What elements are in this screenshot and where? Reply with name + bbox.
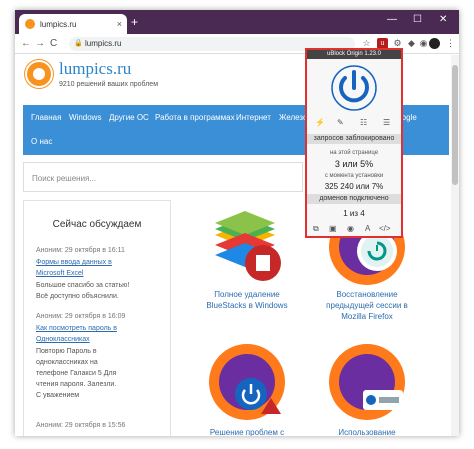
site-favicon-icon <box>25 19 35 29</box>
comment-link[interactable]: Как посмотреть пароль в <box>36 325 117 332</box>
logger-icon[interactable]: ☷ <box>360 118 367 127</box>
scrollbar-thumb[interactable] <box>452 65 458 185</box>
element-block-icon[interactable]: ◉ <box>347 224 354 233</box>
firefox-imacros-icon <box>329 344 405 420</box>
nav-item-home[interactable]: Главная <box>31 113 61 122</box>
site-tagline: 9210 решений ваших проблем <box>59 81 159 88</box>
nav-item-hardware[interactable]: Железо <box>279 113 307 122</box>
reload-button[interactable]: C <box>50 38 57 49</box>
comment-date: Аноним: 29 октября в 16:11 <box>36 247 125 254</box>
comment-text: чтения пароля. Залезли. <box>36 381 117 388</box>
power-icon[interactable] <box>330 64 378 112</box>
blocked-label: запросов заблокировано <box>307 134 401 144</box>
lightning-icon[interactable]: ⚡ <box>315 118 325 127</box>
extension-icon[interactable]: ◆ <box>406 38 417 49</box>
tab-lumpics[interactable]: lumpics.ru × <box>19 14 127 34</box>
comment-link[interactable]: Одноклассниках <box>36 336 90 343</box>
comment-date: Аноним: 29 октября в 16:09 <box>36 313 126 320</box>
domains-value: 1 из 4 <box>343 209 365 218</box>
card-title-line[interactable]: Решение проблем с <box>192 427 302 436</box>
popup-block-icon[interactable]: ⧉ <box>313 224 319 234</box>
address-text: lumpics.ru <box>85 39 122 48</box>
comment-text: одноклассниках на <box>36 359 98 366</box>
card-title-line[interactable]: BlueStacks в Windows <box>192 300 302 311</box>
since-install-label: с момента установки <box>324 173 384 179</box>
forward-button[interactable]: → <box>35 38 45 49</box>
comment-link[interactable]: Microsoft Excel <box>36 270 83 277</box>
tab-close-icon[interactable]: × <box>117 19 122 29</box>
site-logo-icon[interactable] <box>25 60 53 88</box>
comment-text: Повторю Пароль в <box>36 348 97 355</box>
settings-icon[interactable]: ☰ <box>383 118 390 127</box>
tab-bar: lumpics.ru × + — ☐ ✕ <box>15 10 459 34</box>
card-title-line[interactable]: Полное удаление <box>192 289 302 300</box>
card-title-line[interactable]: предыдущей сессии в <box>312 300 422 311</box>
comment-text: Большое спасибо за статью! <box>36 282 130 289</box>
ublock-title: uBlock Origin 1.23.0 <box>307 50 401 59</box>
back-button[interactable]: ← <box>21 38 31 49</box>
media-block-icon[interactable]: ▣ <box>329 224 337 233</box>
extension-icon[interactable]: ◉ <box>418 38 429 49</box>
domains-label: доменов подключено <box>307 194 401 204</box>
maximize-button[interactable]: ☐ <box>413 14 422 25</box>
this-page-value: 3 или 5% <box>334 159 374 169</box>
this-page-label: на этой странице <box>329 150 379 156</box>
card-title-line[interactable]: Mozilla Firefox <box>312 311 422 322</box>
profile-avatar[interactable] <box>429 38 440 49</box>
ublock-popup: uBlock Origin 1.23.0 ⚡ ✎ ☷ ☰ запросов за… <box>305 48 403 238</box>
bluestacks-icon <box>215 211 281 281</box>
comment-text: телефоне Галакси 5 Для <box>36 370 117 377</box>
site-search-input[interactable]: Поиск решения... <box>23 162 303 192</box>
new-tab-button[interactable]: + <box>131 15 138 29</box>
since-install-value: 325 240 или 7% <box>324 182 384 191</box>
site-title[interactable]: lumpics.ru <box>59 59 131 79</box>
sidebar-heading: Сейчас обсуждаем <box>52 219 142 230</box>
card-title-line[interactable]: Использование <box>312 427 422 436</box>
comment-text: Всё доступно объяснили. <box>36 293 119 300</box>
card-title-line[interactable]: Восстановление <box>312 289 422 300</box>
sidebar-comments: Сейчас обсуждаем Аноним: 29 октября в 16… <box>23 200 171 436</box>
firefox-power-icon <box>209 344 285 420</box>
nav-item-programs[interactable]: Работа в программах <box>155 113 235 122</box>
script-block-icon[interactable]: </> <box>379 224 391 233</box>
minimize-button[interactable]: — <box>387 14 397 25</box>
nav-item-other-os[interactable]: Другие ОС <box>109 113 149 122</box>
browser-window: lumpics.ru × + — ☐ ✕ ← → C 🔒 lumpics.ru … <box>15 10 459 436</box>
lock-icon: 🔒 <box>74 40 83 47</box>
tab-title: lumpics.ru <box>40 19 77 29</box>
page-scrollbar[interactable] <box>451 55 459 436</box>
font-block-icon[interactable]: A <box>365 224 370 233</box>
comment-text: С уважением <box>36 392 80 399</box>
nav-item-about[interactable]: О нас <box>31 137 52 146</box>
comment-date: Аноним: 29 октября в 15:56 <box>36 422 126 429</box>
eyedropper-icon[interactable]: ✎ <box>337 118 344 127</box>
browser-menu-icon[interactable]: ⋮ <box>445 38 456 49</box>
nav-item-windows[interactable]: Windows <box>69 113 101 122</box>
comment-link[interactable]: Формы ввода данных в <box>36 259 112 266</box>
nav-item-internet[interactable]: Интернет <box>236 113 271 122</box>
close-window-button[interactable]: ✕ <box>439 14 447 25</box>
